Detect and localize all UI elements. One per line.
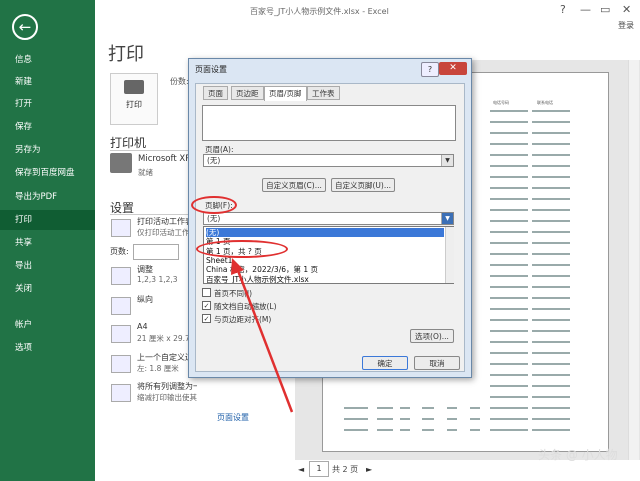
annotation-arrow [231,258,294,413]
